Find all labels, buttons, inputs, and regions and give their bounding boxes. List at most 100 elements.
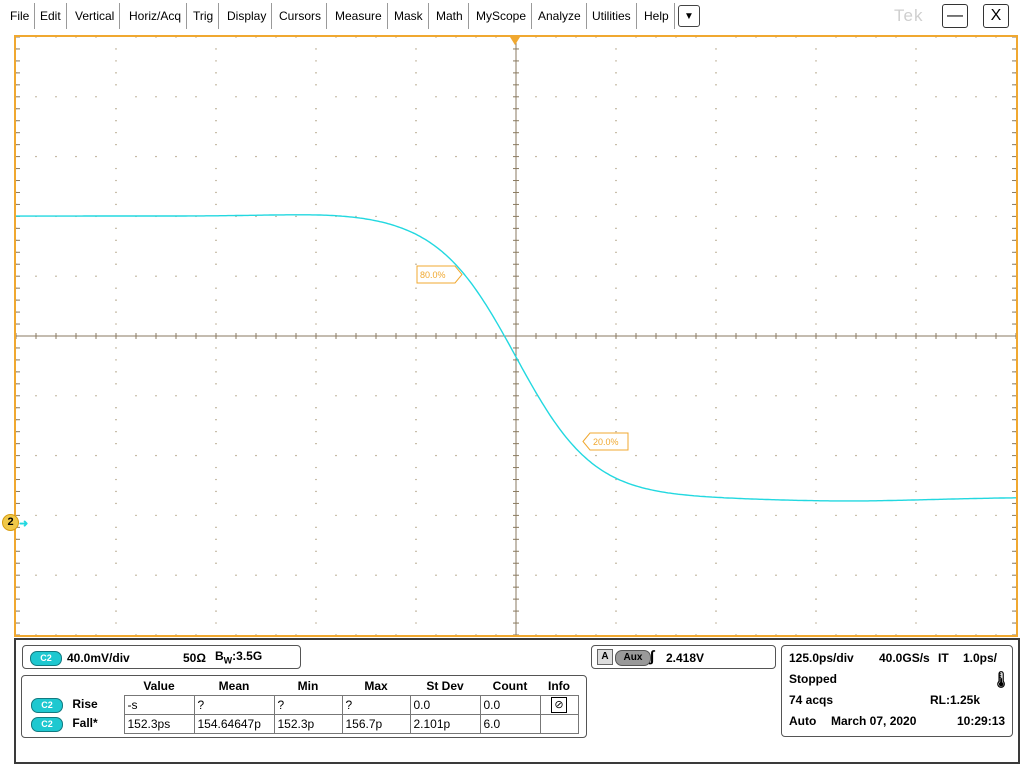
grid-dot [275,275,277,277]
info-cell[interactable]: ⊘ [539,695,579,715]
menu-display[interactable]: Display [222,3,273,29]
grid-dot [775,155,777,158]
menu-measure[interactable]: Measure [330,3,388,29]
close-button[interactable]: X [983,4,1009,28]
menu-horiz-acq[interactable]: Horiz/Acq [124,3,188,29]
grid-dot [435,215,437,218]
grid-dot [215,407,217,409]
grid-dot [215,371,217,373]
grid-dot [315,72,317,74]
minimize-button[interactable]: — [942,4,968,28]
measurement-row-rise[interactable]: C2 Rise -s ? ? ? 0.0 0.0 ⊘ [22,695,579,715]
grid-dot [475,454,477,457]
grid-dot [635,96,637,98]
grid-dot [915,72,917,74]
channel-2-marker[interactable]: 2 [2,514,19,531]
grid-dot [995,155,997,158]
grid-dot [835,395,837,397]
grid-dot [475,155,477,158]
grid-dot [215,359,217,361]
grid-dot [935,514,937,517]
menu-cursors[interactable]: Cursors [274,3,328,29]
grid-dot [55,454,57,457]
no-signal-info-icon[interactable]: ⊘ [551,697,567,713]
grid-dot [615,108,617,110]
grid-dot [655,514,657,517]
menu-utilities[interactable]: Utilities [587,3,637,29]
menu-file[interactable]: File [5,3,36,29]
trigger-position-marker[interactable] [510,37,520,45]
grid-dot [915,48,917,50]
grid-dot [755,155,757,158]
menu-mask[interactable]: Mask [389,3,429,29]
grid-dot [975,215,977,218]
grid-dot [655,275,657,277]
grid-dot [835,514,837,517]
grid-dot [695,215,697,218]
grid-dot [915,251,917,253]
grid-dot [855,155,857,158]
menu-math[interactable]: Math [431,3,469,29]
grid-dot [715,371,717,373]
grid-dot [755,574,757,576]
grid-dot [915,538,917,541]
grid-dot [615,48,617,50]
grid-dot [795,215,797,218]
menu-edit[interactable]: Edit [35,3,67,29]
menu-dropdown-button[interactable]: ▼ [678,5,700,27]
grid-dot [995,454,997,457]
grid-dot [915,60,917,62]
grid-dot [115,430,117,433]
grid-dot [915,383,917,385]
grid-dot [115,191,117,194]
channel-badge: C2 [30,651,62,666]
grid-dot [715,48,717,50]
grid-dot [615,371,617,373]
grid-dot [475,37,477,38]
cursor-20-percent-label: 20.0% [582,432,629,451]
measurement-row-fall[interactable]: C2 Fall* 152.3ps 154.64647p 152.3p 156.7… [22,714,579,734]
grid-dot [615,227,617,230]
col-header-min: Min [297,679,319,693]
grid-dot [915,478,917,481]
grid-dot [815,311,817,313]
grid-dot [815,227,817,230]
time-resolution: 1.0ps/ [963,651,998,665]
grid-dot [575,634,577,635]
grid-dot [775,634,777,635]
grid-dot [215,383,217,385]
grid-dot [715,143,717,146]
grid-dot [195,37,197,38]
grid-dot [915,143,917,146]
grid-dot [415,371,417,373]
grid-dot [915,550,917,552]
menu-analyze[interactable]: Analyze [533,3,587,29]
acquisition-count: 74 acqs [789,693,834,707]
grid-dot [315,407,317,409]
grid-dot [555,574,557,576]
menu-trig[interactable]: Trig [188,3,220,29]
grid-dot [55,634,57,635]
grid-dot [115,538,117,541]
grid-dot [235,574,237,576]
grid-dot [555,96,557,98]
grid-dot [315,419,317,421]
grid-dot [775,215,777,218]
grid-dot [875,454,877,457]
grid-dot [615,239,617,242]
grid-dot [855,514,857,517]
grid-dot [995,514,997,517]
grid-dot [835,155,837,158]
grid-dot [755,96,757,98]
record-length: RL:1.25k [930,693,981,707]
menu-help[interactable]: Help [639,3,675,29]
grid-dot [735,37,737,38]
grid-dot [215,526,217,529]
grid-dot [815,610,817,612]
menu-vertical[interactable]: Vertical [70,3,121,29]
menu-myscope[interactable]: MyScope [471,3,533,29]
grid-dot [895,574,897,576]
grid-dot [495,634,497,635]
grid-dot [135,37,137,38]
grid-dot [255,634,257,635]
